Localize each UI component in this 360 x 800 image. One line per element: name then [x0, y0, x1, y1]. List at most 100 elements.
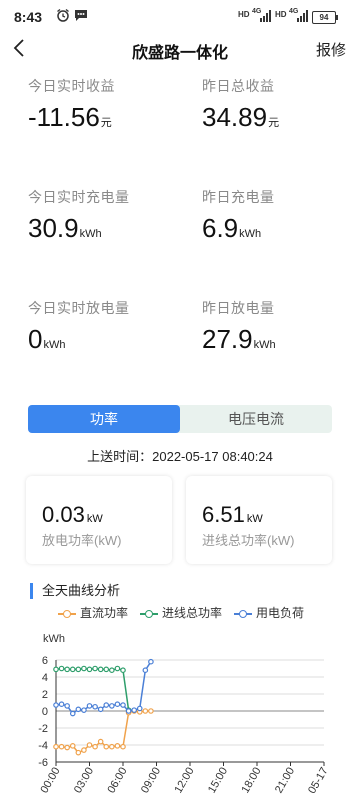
data-point [75, 666, 82, 673]
x-tick-label: 12:00 [172, 766, 196, 796]
stat-value: 27.9 [202, 324, 253, 354]
stat-value: 0 [28, 324, 43, 354]
status-bar: 8:43 HD 4G HD 4G 94 [0, 0, 360, 34]
y-tick-label: -4 [38, 740, 48, 752]
card-value: 6.51 [202, 502, 245, 527]
tab-voltage-current[interactable]: 电压电流 [180, 405, 332, 433]
discharge-power-card: 0.03 kW 放电功率(kW) [26, 476, 172, 564]
alarm-icon [57, 8, 69, 22]
x-tick-label: 06:00 [105, 766, 129, 796]
legend-dc-power[interactable]: 直流功率 [58, 604, 128, 621]
data-point [58, 743, 65, 750]
data-point [125, 708, 132, 714]
card-value: 0.03 [42, 502, 85, 527]
data-point [103, 743, 110, 750]
legend-load[interactable]: 用电负荷 [234, 604, 304, 621]
stat-unit: 元 [100, 117, 112, 129]
data-point [120, 667, 126, 674]
data-point [81, 747, 87, 753]
stat-label: 今日实时放电量 [28, 300, 130, 316]
data-point [64, 666, 70, 673]
y-tick-label: 4 [42, 672, 48, 684]
data-point [97, 706, 104, 713]
x-tick-label: 18:00 [239, 766, 263, 796]
stat-value: 30.9 [28, 213, 79, 243]
data-point [109, 703, 115, 709]
data-point [81, 707, 87, 713]
data-point [109, 743, 115, 750]
card-unit: kW [246, 513, 263, 525]
y-tick-label: 0 [42, 706, 48, 718]
daily-power-chart: 6 4 2 0 -2 -4 -600:00 03:00 06:00 09:00 12:00 15:00… [38, 655, 330, 796]
data-point [114, 701, 121, 708]
battery-icon: 94 [312, 11, 338, 24]
data-point [97, 738, 104, 745]
stat-value: 6.9 [202, 213, 239, 243]
data-point [120, 702, 126, 708]
today-income-stat: 今日实时收益 -11.56元 [28, 76, 115, 133]
hd-label-1: HD [238, 10, 250, 19]
stat-value: 34.89 [202, 102, 268, 132]
y-tick-label: 6 [42, 655, 48, 667]
data-point [69, 710, 76, 717]
section-title: 全天曲线分析 [30, 583, 120, 599]
yesterday-charge-stat: 昨日充电量 6.9kWh [202, 187, 275, 244]
stat-unit: kWh [253, 339, 276, 351]
data-point [64, 744, 70, 751]
data-point [114, 665, 121, 672]
signal-icon [260, 10, 271, 22]
stat-label: 昨日放电量 [202, 300, 275, 316]
legend-line-marker-icon [58, 609, 76, 619]
data-point [69, 666, 76, 673]
upload-time: 上送时间：2022-05-17 08:40:24 [87, 449, 273, 464]
x-tick-label: 05-17 [306, 766, 330, 796]
tab-power[interactable]: 功率 [28, 405, 180, 433]
yesterday-discharge-stat: 昨日放电量 27.9kWh [202, 298, 276, 355]
report-repair-button[interactable]: 报修 [316, 39, 346, 60]
today-charge-stat: 今日实时充电量 30.9kWh [28, 187, 130, 244]
data-point [81, 665, 87, 672]
data-point [53, 743, 59, 750]
card-label: 进线总功率(kW) [202, 533, 295, 548]
stat-label: 今日实时充电量 [28, 189, 130, 205]
data-point [131, 707, 137, 713]
legend-label: 进线总功率 [162, 606, 223, 620]
data-point [92, 743, 98, 750]
data-point [120, 743, 126, 750]
incoming-power-card: 6.51 kW 进线总功率(kW) [186, 476, 332, 564]
x-tick-label: 00:00 [38, 766, 62, 796]
y-tick-label: 2 [42, 689, 48, 701]
nav-bar: 欣盛路一体化 报修 [0, 34, 360, 64]
page-title: 欣盛路一体化 [131, 45, 228, 62]
data-point [58, 665, 65, 672]
data-point [142, 667, 149, 674]
hd-label-2: HD [275, 10, 287, 19]
x-tick-label: 21:00 [273, 766, 297, 796]
legend-line-marker-icon [140, 609, 158, 619]
data-point [69, 743, 76, 749]
data-point [97, 666, 104, 673]
data-point [109, 667, 115, 674]
stat-label: 昨日充电量 [202, 189, 275, 205]
message-icon [75, 10, 87, 21]
clock: 8:43 [14, 9, 43, 25]
legend-label: 直流功率 [80, 606, 129, 620]
stat-unit: 元 [268, 117, 280, 129]
x-tick-label: 09:00 [139, 766, 163, 796]
stat-label: 昨日总收益 [202, 78, 275, 94]
x-tick-label: 03:00 [72, 766, 96, 796]
data-point [64, 703, 70, 709]
legend-label: 用电负荷 [256, 606, 305, 620]
data-point [103, 666, 110, 673]
data-point [75, 706, 82, 713]
stat-unit: kWh [43, 339, 66, 351]
data-point [103, 702, 110, 708]
data-point [58, 701, 65, 708]
data-point [114, 743, 121, 749]
data-point [86, 666, 93, 673]
legend-incoming-power[interactable]: 进线总功率 [140, 604, 222, 621]
y-tick-label: -6 [38, 757, 48, 769]
signal-icon-2 [297, 10, 308, 22]
chart-mode-tabs: 功率 电压电流 [28, 405, 332, 433]
data-point [148, 708, 154, 714]
